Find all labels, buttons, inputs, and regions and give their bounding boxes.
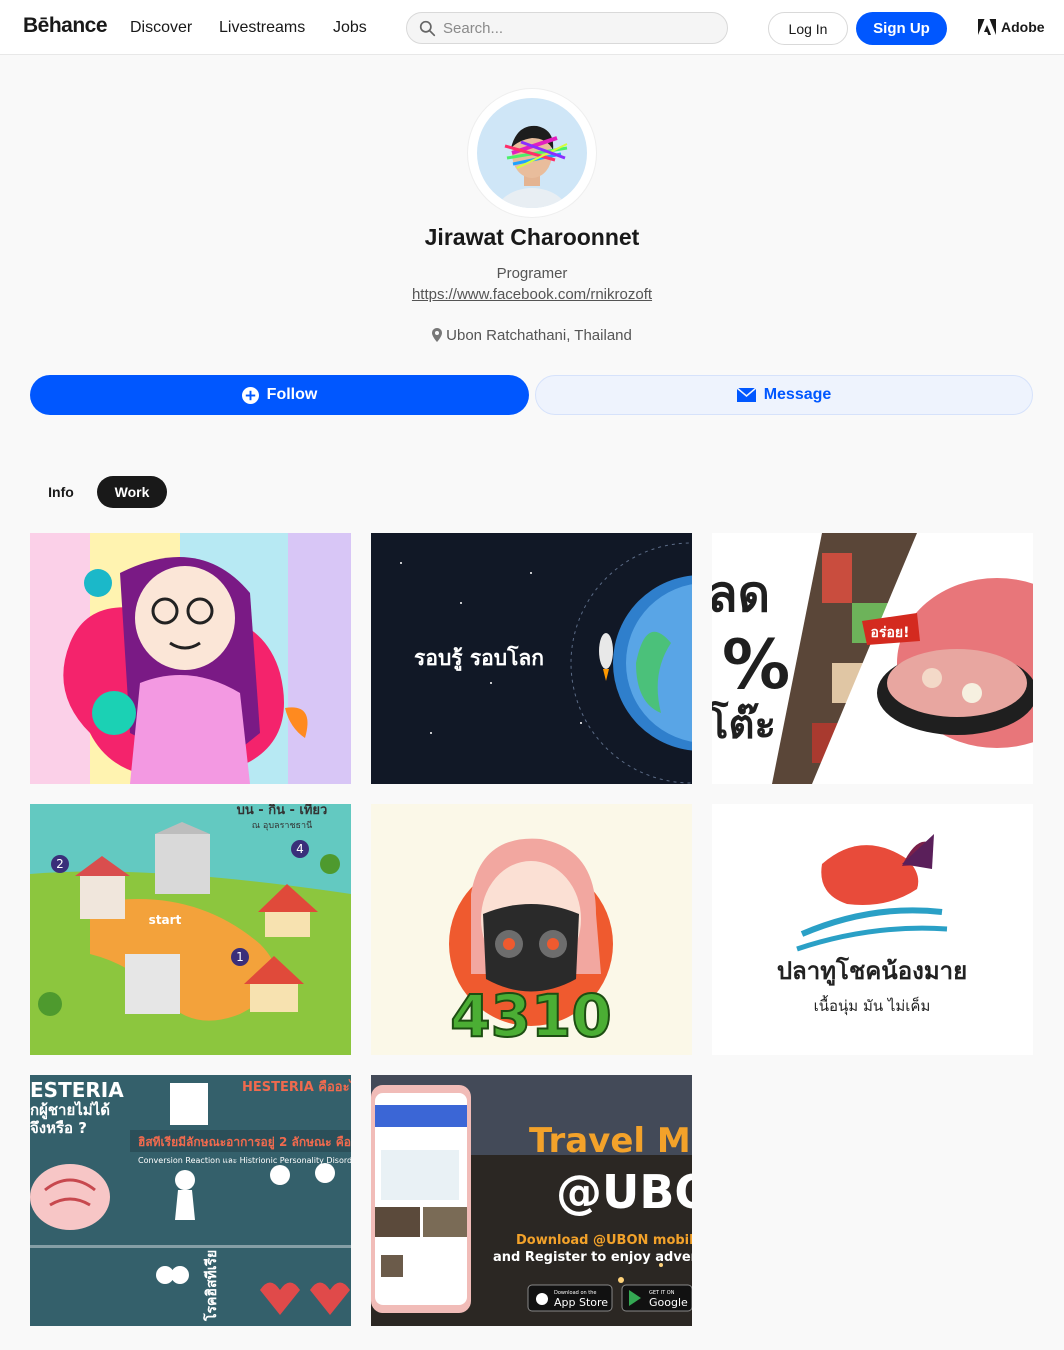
- behance-logo[interactable]: Bēhance: [23, 14, 108, 38]
- avatar-image: [477, 98, 587, 208]
- project-tile-8[interactable]: Travel Mo @UBO Download @UBON mobile a a…: [371, 1075, 692, 1326]
- profile-name: Jirawat Charoonnet: [424, 224, 640, 250]
- project-4-start: start: [149, 913, 182, 927]
- message-button[interactable]: Message: [535, 375, 1033, 415]
- project-5-thumbnail: 4310: [371, 804, 692, 1055]
- project-8-line1: Download @UBON mobile a: [516, 1233, 692, 1248]
- search-input[interactable]: [443, 17, 713, 39]
- signup-button[interactable]: Sign Up: [856, 12, 947, 45]
- project-6-subtitle: เนื้อนุ่ม มัน ไม่เค็ม: [814, 995, 931, 1016]
- project-8-title2: @UBO: [556, 1165, 692, 1219]
- project-8-title1: Travel Mo: [529, 1121, 692, 1161]
- project-8-line2: and Register to enjoy adventur: [493, 1250, 692, 1265]
- project-8-store1: App Store: [554, 1296, 608, 1309]
- project-tile-6[interactable]: ปลาทูโชคน้องมาย เนื้อนุ่ม มัน ไม่เค็ม: [712, 804, 1033, 1055]
- project-6-title: ปลาทูโชคน้องมาย: [777, 956, 967, 986]
- project-3-thumbnail: อร่อย! ลด % โต๊ะ: [712, 533, 1033, 784]
- project-8-store2: Google P: [649, 1296, 692, 1309]
- avatar-container: [468, 89, 596, 217]
- nav-livestreams[interactable]: Livestreams: [219, 19, 305, 37]
- location-pin-icon: [432, 328, 443, 342]
- project-3-badge: อร่อย!: [871, 625, 910, 641]
- project-4-title: บน - กิน - เที่ยว: [237, 804, 328, 818]
- profile-location: Ubon Ratchathani, Thailand: [0, 327, 1064, 344]
- project-tile-2[interactable]: รอบรู้ รอบโลก: [371, 533, 692, 784]
- adobe-link[interactable]: Adobe: [978, 18, 1045, 36]
- search-icon: [419, 20, 436, 37]
- project-tile-5[interactable]: 4310: [371, 804, 692, 1055]
- project-2-title: รอบรู้ รอบโลก: [414, 645, 544, 672]
- tab-info[interactable]: Info: [34, 476, 88, 508]
- envelope-icon: [736, 388, 756, 402]
- top-header: Bēhance Discover Livestreams Jobs Log In…: [0, 0, 1064, 55]
- profile-location-text: Ubon Ratchathani, Thailand: [446, 327, 632, 344]
- nav-jobs[interactable]: Jobs: [333, 19, 367, 37]
- project-tile-4[interactable]: บน - กิน - เที่ยว ณ อุบลราชธานี start 1 …: [30, 804, 351, 1055]
- project-7-right-title: HESTERIA คืออะไร: [242, 1078, 351, 1095]
- project-3-percent: %: [722, 626, 790, 705]
- message-label: Message: [763, 386, 832, 403]
- project-1-thumbnail: [30, 533, 351, 784]
- follow-label: Follow: [266, 386, 318, 403]
- project-tile-1[interactable]: [30, 533, 351, 784]
- login-button[interactable]: Log In: [768, 12, 848, 45]
- project-7-left-sub1: กผู้ชายไม่ได้: [30, 1100, 110, 1120]
- plus-circle-icon: [241, 386, 259, 404]
- project-7-band2: Conversion Reaction และ Histrionic Perso…: [138, 1156, 351, 1165]
- project-2-thumbnail: รอบรู้ รอบโลก: [371, 533, 692, 784]
- project-7-left-title: ESTERIA: [30, 1078, 124, 1102]
- project-7-left-sub2: จึงหรือ ?: [30, 1119, 87, 1137]
- nav-discover[interactable]: Discover: [130, 19, 192, 37]
- project-7-band: ฮิสทีเรียมีลักษณะอาการอยู่ 2 ลักษณะ คือ: [138, 1135, 351, 1150]
- project-4-subtitle: ณ อุบลราชธานี: [252, 820, 313, 831]
- profile-website-link[interactable]: https://www.facebook.com/rnikrozoft: [0, 286, 1064, 303]
- project-3-small: โต๊ะ: [712, 701, 776, 748]
- follow-button[interactable]: Follow: [30, 375, 529, 415]
- project-4-marker-1: 1: [236, 950, 244, 964]
- project-4-thumbnail: บน - กิน - เที่ยว ณ อุบลราชธานี start 1 …: [30, 804, 351, 1055]
- profile-role: Programer: [496, 265, 568, 282]
- adobe-icon: [978, 19, 996, 35]
- avatar[interactable]: [477, 98, 587, 208]
- project-3-big: ลด: [712, 565, 770, 623]
- project-7-vertical: โรคฮิสทีเรีย: [202, 1250, 220, 1322]
- adobe-label: Adobe: [1001, 19, 1045, 35]
- project-5-text: 4310: [450, 982, 611, 1050]
- project-7-thumbnail: ESTERIA กผู้ชายไม่ได้ จึงหรือ ? HESTERIA…: [30, 1075, 351, 1326]
- project-tile-3[interactable]: อร่อย! ลด % โต๊ะ: [712, 533, 1033, 784]
- project-6-thumbnail: ปลาทูโชคน้องมาย เนื้อนุ่ม มัน ไม่เค็ม: [712, 804, 1033, 1055]
- project-4-marker-4: 4: [296, 842, 304, 856]
- project-tile-7[interactable]: ESTERIA กผู้ชายไม่ได้ จึงหรือ ? HESTERIA…: [30, 1075, 351, 1326]
- project-4-marker-2: 2: [56, 857, 64, 871]
- tab-work[interactable]: Work: [97, 476, 167, 508]
- project-8-thumbnail: Travel Mo @UBO Download @UBON mobile a a…: [371, 1075, 692, 1326]
- search-bar[interactable]: [406, 12, 728, 44]
